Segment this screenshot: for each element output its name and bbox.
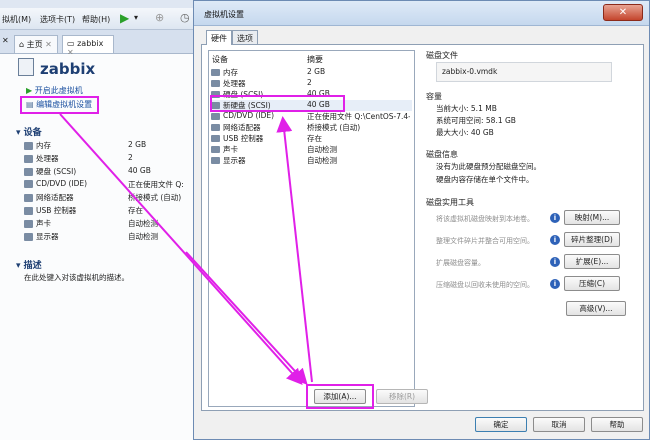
annotation-arrows — [59, 113, 313, 385]
arrow-to-new-disk — [276, 116, 313, 383]
arrow-to-add-button — [185, 251, 308, 385]
arrow-to-add-button — [59, 113, 303, 385]
tab-hardware[interactable]: 硬件 — [206, 30, 232, 45]
